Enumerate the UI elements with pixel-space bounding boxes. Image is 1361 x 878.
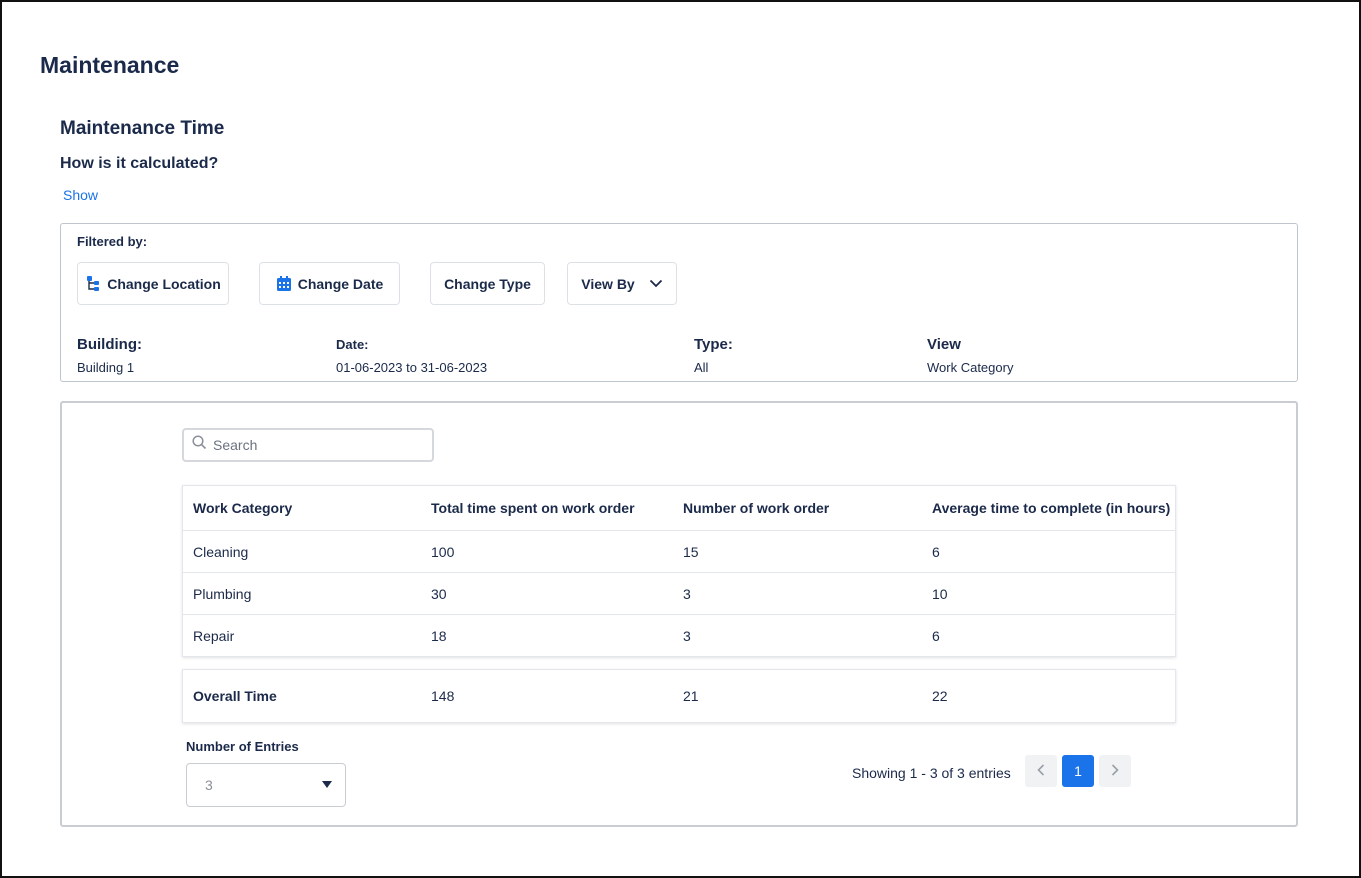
change-type-button[interactable]: Change Type: [430, 262, 545, 305]
column-header-work-category[interactable]: Work Category: [193, 486, 292, 530]
total-time-value: 148: [431, 688, 455, 704]
entries-select[interactable]: 3: [186, 763, 346, 807]
cell-work-category: Cleaning: [193, 543, 249, 560]
total-label: Overall Time: [193, 688, 277, 704]
view-by-dropdown[interactable]: View By: [567, 262, 677, 305]
change-location-button[interactable]: Change Location: [77, 262, 229, 305]
total-work-orders-value: 21: [683, 688, 699, 704]
page-title: Maintenance: [40, 52, 180, 78]
type-value: All: [694, 360, 709, 375]
view-value: Work Category: [927, 360, 1014, 375]
entries-selected-value: 3: [205, 777, 213, 793]
cell-total-time: 18: [431, 627, 447, 644]
view-by-label: View By: [581, 275, 635, 292]
app-frame: Maintenance Maintenance Time How is it c…: [0, 0, 1361, 878]
search-icon: [192, 435, 207, 455]
chevron-down-icon: [649, 279, 663, 288]
filter-panel: Filtered by: Change Location Change Date…: [60, 223, 1298, 382]
cell-average-time: 6: [932, 627, 940, 644]
building-label: Building:: [77, 336, 142, 353]
next-page-button[interactable]: [1099, 755, 1131, 787]
change-date-label: Change Date: [297, 275, 384, 292]
work-category-table: Work Category Total time spent on work o…: [182, 485, 1176, 657]
column-header-number-of-work-order[interactable]: Number of work order: [683, 486, 829, 530]
column-header-total-time[interactable]: Total time spent on work order: [431, 486, 635, 530]
prev-page-button[interactable]: [1025, 755, 1057, 787]
building-value: Building 1: [77, 360, 135, 375]
cell-number-of-work-order: 15: [683, 543, 699, 560]
filtered-by-label: Filtered by:: [77, 234, 148, 249]
search-box[interactable]: [182, 428, 434, 462]
type-label: Type:: [694, 336, 733, 353]
cell-average-time: 10: [932, 585, 948, 602]
overall-total-row: Overall Time 148 21 22: [182, 669, 1176, 723]
chevron-left-icon: [1037, 763, 1045, 779]
location-tree-icon: [85, 275, 101, 292]
calendar-icon: [276, 275, 292, 292]
table-row: Plumbing 30 3 10: [183, 572, 1175, 614]
change-type-label: Change Type: [444, 275, 531, 292]
page-button-1[interactable]: 1: [1062, 755, 1094, 787]
change-date-button[interactable]: Change Date: [259, 262, 400, 305]
cell-work-category: Repair: [193, 627, 235, 644]
date-label: Date:: [336, 337, 369, 352]
cell-work-category: Plumbing: [193, 585, 252, 602]
results-panel: Work Category Total time spent on work o…: [60, 401, 1298, 827]
calculation-question: How is it calculated?: [60, 155, 219, 172]
cell-average-time: 6: [932, 543, 940, 560]
entries-label: Number of Entries: [186, 739, 299, 754]
table-row: Cleaning 100 15 6: [183, 530, 1175, 572]
date-value: 01-06-2023 to 31-06-2023: [336, 360, 488, 375]
show-calculation-link[interactable]: Show: [63, 187, 98, 203]
change-location-label: Change Location: [107, 275, 221, 292]
showing-entries-text: Showing 1 - 3 of 3 entries: [852, 765, 1011, 781]
view-label: View: [927, 336, 961, 353]
search-input[interactable]: [213, 437, 413, 453]
cell-number-of-work-order: 3: [683, 585, 691, 602]
table-header-row: Work Category Total time spent on work o…: [183, 486, 1175, 530]
cell-total-time: 30: [431, 585, 447, 602]
table-row: Repair 18 3 6: [183, 614, 1175, 656]
cell-total-time: 100: [431, 543, 455, 560]
cell-number-of-work-order: 3: [683, 627, 691, 644]
chevron-right-icon: [1111, 763, 1119, 779]
section-title: Maintenance Time: [60, 118, 225, 139]
column-header-average-time[interactable]: Average time to complete (in hours): [932, 486, 1170, 530]
caret-down-icon: [321, 776, 333, 794]
total-average-value: 22: [932, 688, 948, 704]
